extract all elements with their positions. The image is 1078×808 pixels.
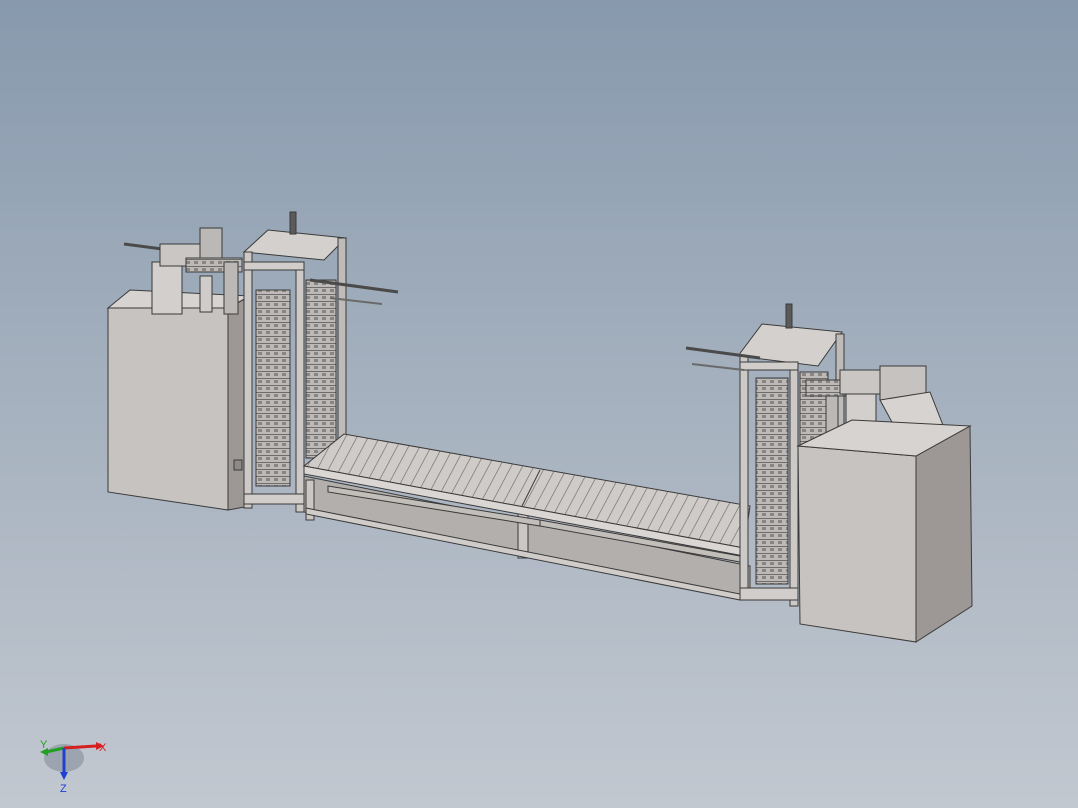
roller-conveyor[interactable] bbox=[302, 433, 751, 601]
right-cabinet[interactable] bbox=[796, 419, 973, 643]
z-axis-label: Z bbox=[60, 783, 67, 795]
view-orientation-triad[interactable] bbox=[40, 742, 104, 780]
x-axis-icon bbox=[63, 744, 97, 750]
x-axis-label: X bbox=[99, 742, 107, 754]
left-cabinet[interactable] bbox=[106, 289, 252, 511]
cad-model-view[interactable]: X Y Z bbox=[0, 0, 1078, 808]
y-axis-label: Y bbox=[40, 739, 48, 751]
graphics-viewport[interactable]: X Y Z bbox=[0, 0, 1078, 808]
